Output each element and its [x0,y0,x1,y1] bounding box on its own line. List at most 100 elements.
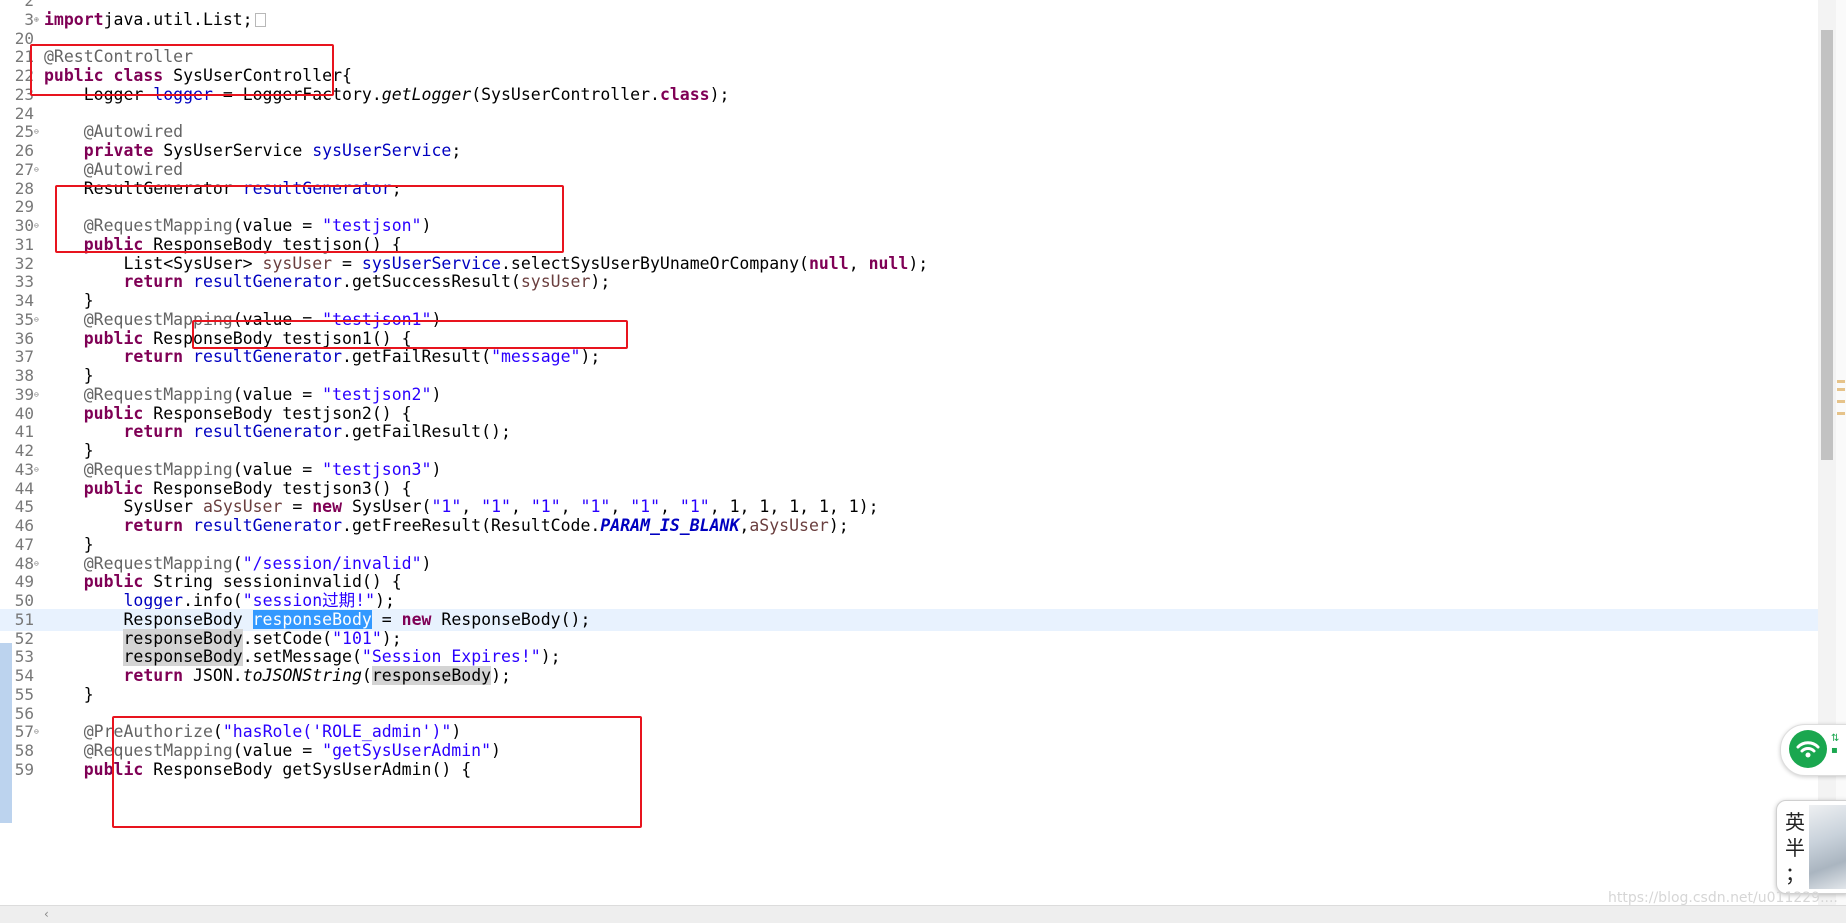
expand-fold-icon[interactable]: ⊕ [34,15,39,24]
code-token: aSysUser [749,516,829,535]
folded-region-marker[interactable] [254,13,266,28]
code-token: private [83,141,154,160]
code-token: , 1, 1, 1, 1, 1); [709,497,879,517]
code-token: responseBody [123,647,243,667]
code-token: ) [431,459,442,479]
ime-mode-text: 英 半 ； [1785,810,1805,886]
overview-marker[interactable] [1837,412,1845,415]
code-token: .selectSysUserByUnameOrCompany( [500,253,809,273]
code-token: "session过期!" [242,591,376,610]
overview-marker[interactable] [1837,388,1845,391]
collapse-fold-icon[interactable]: ⊖ [34,315,39,324]
code-token: ResponseBody testjson3() { [143,478,412,498]
code-token: ); [375,591,395,610]
code-token: public [83,478,144,498]
code-token: ) [431,384,442,404]
code-token: "1" [630,497,661,517]
code-token: sysUser [262,253,333,273]
code-token: ); [540,647,561,667]
wifi-icon [1789,730,1827,768]
code-token: , [610,497,631,517]
code-token: java.util.List; [103,9,253,29]
code-token: = [282,497,313,517]
ime-skin-image [1809,805,1846,889]
code-token: SysUser( [342,497,432,517]
collapse-fold-icon[interactable]: ⊖ [34,222,39,230]
code-token: toJSONString [242,666,362,685]
code-token: ); [908,253,929,273]
scrollbar-thumb[interactable] [1821,30,1833,460]
overview-marker[interactable] [1837,400,1845,403]
code-token: ); [709,84,730,104]
code-token: .setMessage( [242,647,362,667]
code-token: @RequestMapping [44,384,233,404]
code-token: .setCode( [242,628,333,648]
code-token: @Autowired [44,159,184,179]
code-token: "Session Expires!" [361,647,541,667]
code-token: sysUserService [361,253,501,273]
collapse-fold-icon[interactable]: ⊖ [34,465,39,474]
collapse-fold-icon[interactable]: ⊖ [34,559,39,568]
code-token: } [44,534,94,554]
ime-toolbar[interactable]: 英 半 ； [1776,800,1846,894]
collapse-fold-icon[interactable]: ⊖ [34,165,39,174]
code-token: } [44,366,94,385]
code-token: , [848,253,869,273]
highlight-box-autowired-generator [55,185,564,253]
code-token: , [660,497,680,517]
network-speed-icon: ⇅ ▪ [1831,733,1840,756]
code-token: getLogger [381,84,472,104]
horizontal-scrollbar[interactable]: ‹ [0,905,1846,923]
code-token: @RequestMapping [44,459,233,479]
code-token: ; [451,141,462,160]
code-token: ); [381,628,402,648]
code-token: "message" [491,347,581,367]
code-token: , [560,497,581,517]
code-token: List<SysUser> [44,253,263,273]
code-token: , [461,497,482,517]
collapse-fold-icon[interactable]: ⊖ [34,390,39,399]
highlight-box-session-invalid [112,716,642,828]
code-token: "1" [580,497,611,517]
code-token: public [83,572,144,592]
code-token: ); [590,272,611,292]
code-token: aSysUser [202,497,283,517]
code-token: "1" [431,497,462,517]
code-token: return [123,272,184,292]
code-editor[interactable]: 2 3 ⊕ importjava.util.List; 20 21 @RestControl… [0,0,1818,905]
code-token: String sessioninvalid() { [143,572,402,592]
code-token: null [808,253,849,273]
code-token: ); [491,666,511,685]
code-token: sysUserService [312,141,452,160]
code-token: "101" [332,628,382,648]
scroll-left-arrow-icon[interactable]: ‹ [44,906,49,923]
code-token: responseBody [123,628,243,648]
code-token: import [44,9,104,29]
code-token: ); [580,347,601,367]
collapse-fold-icon[interactable]: ⊖ [34,128,39,136]
code-token: PARAM_IS_BLANK [600,516,740,535]
code-token: JSON. [183,666,243,685]
code-token: ( [232,553,243,573]
code-token: "1" [530,497,561,517]
code-token: (value = [232,384,323,404]
code-token: @RequestMapping [44,553,233,573]
collapse-fold-icon[interactable]: ⊖ [34,728,39,736]
code-token: "1" [679,497,710,517]
code-token: (value = [232,459,323,479]
overview-marker[interactable] [1837,380,1845,383]
network-widget[interactable]: ⇅ ▪ [1780,724,1846,776]
code-token: @Autowired [44,122,184,142]
code-token: ( [361,666,372,685]
code-token: ); [828,516,849,535]
